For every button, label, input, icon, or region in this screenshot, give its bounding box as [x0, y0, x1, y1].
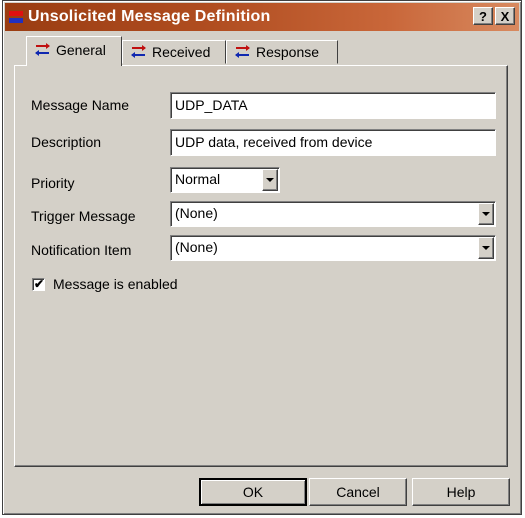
cancel-button[interactable]: Cancel — [309, 478, 407, 506]
close-button[interactable]: X — [495, 7, 515, 25]
tab-received[interactable]: Received — [122, 40, 226, 64]
tab-response[interactable]: Response — [226, 40, 338, 64]
help-question-button[interactable]: ? — [473, 7, 493, 25]
tab-general[interactable]: General — [26, 36, 122, 66]
exchange-arrows-icon — [34, 43, 51, 57]
window-title: Unsolicited Message Definition — [28, 8, 271, 25]
exchange-arrows-icon — [234, 45, 251, 59]
app-icon — [9, 11, 23, 23]
tab-label: Received — [152, 44, 211, 60]
exchange-arrows-icon — [130, 45, 147, 59]
ok-button[interactable]: OK — [199, 478, 307, 506]
title-bar[interactable]: Unsolicited Message Definition ? X — [5, 3, 519, 31]
tab-label: General — [56, 42, 106, 58]
tab-panel-general — [14, 65, 508, 467]
help-button[interactable]: Help — [412, 478, 510, 506]
tab-label: Response — [256, 44, 320, 60]
